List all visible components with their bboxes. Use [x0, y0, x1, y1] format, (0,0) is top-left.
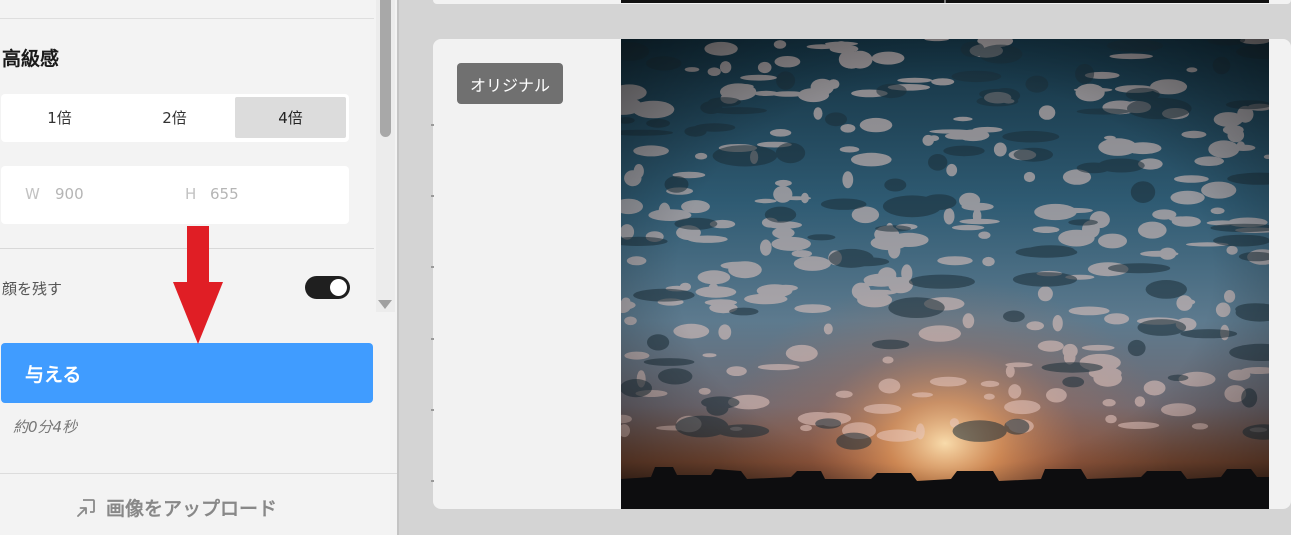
panel-divider — [397, 0, 399, 535]
estimated-time: 約0分4秒 — [13, 418, 78, 436]
divider — [0, 18, 374, 19]
triangle-down-icon[interactable] — [378, 300, 392, 309]
scale-option-1x[interactable]: 1倍 — [4, 97, 115, 138]
section-title: 高級感 — [2, 48, 60, 70]
keep-face-toggle[interactable] — [305, 276, 350, 299]
toggle-knob — [330, 279, 347, 296]
ruler-tick — [431, 195, 434, 197]
scale-selector: 1倍 2倍 4倍 — [1, 94, 349, 142]
ruler-tick — [431, 480, 434, 482]
scale-option-4x[interactable]: 4倍 — [235, 97, 346, 138]
scrollbar-thumb[interactable] — [380, 0, 391, 137]
width-label: W — [25, 185, 40, 203]
width-value: 900 — [55, 185, 84, 203]
compare-divider — [944, 0, 946, 3]
preview-image[interactable] — [621, 39, 1269, 509]
ruler-tick — [431, 124, 434, 126]
ruler-tick — [431, 266, 434, 268]
keep-face-label: 顔を残す — [2, 280, 63, 298]
output-dimensions: W 900 H 655 — [1, 166, 349, 224]
upload-image-icon — [77, 498, 95, 517]
apply-button[interactable]: 与える — [1, 343, 373, 403]
original-badge: オリジナル — [457, 63, 564, 104]
height-label: H — [185, 185, 197, 203]
scale-option-2x[interactable]: 2倍 — [119, 97, 230, 138]
height-value: 655 — [210, 185, 239, 203]
ruler-tick — [431, 409, 434, 411]
upload-image-button[interactable]: 画像をアップロード — [74, 494, 277, 521]
ruler-tick — [431, 338, 434, 340]
upload-label: 画像をアップロード — [106, 498, 278, 520]
annotation-arrow-icon — [173, 226, 223, 344]
divider — [0, 473, 397, 474]
